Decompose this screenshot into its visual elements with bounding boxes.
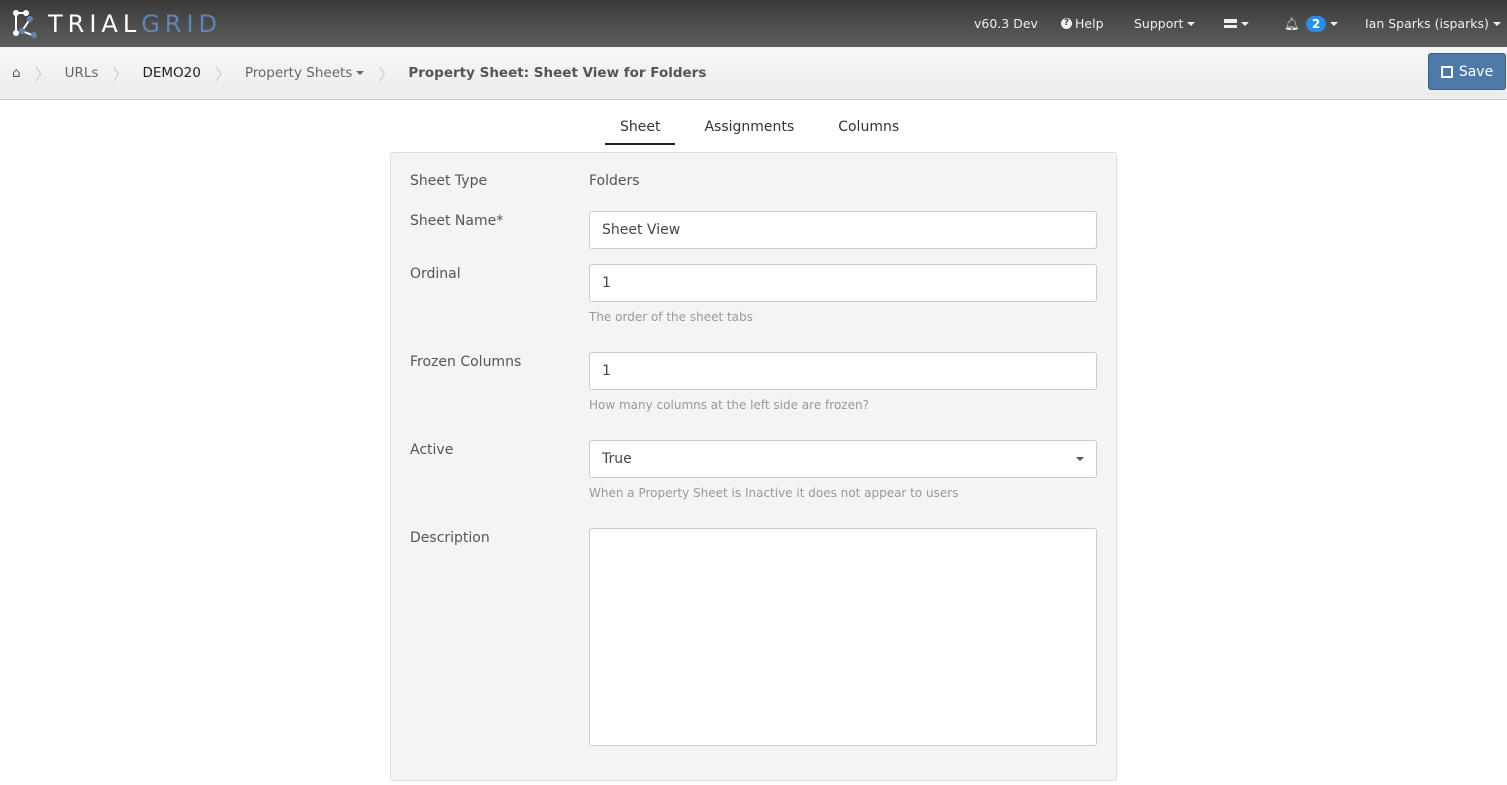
logo-icon <box>13 9 37 38</box>
breadcrumb-property-sheets[interactable]: Property Sheets <box>244 65 365 81</box>
question-icon: ? <box>1061 18 1072 29</box>
active-select-value: True <box>602 451 632 467</box>
breadcrumb-study[interactable]: DEMO20 <box>142 65 200 81</box>
top-navbar: TRIALGRID v60.3 Dev ? Help Support 🔔︎ 2 Ia… <box>0 0 1507 47</box>
ordinal-input[interactable]: 1 <box>589 264 1097 302</box>
notification-badge: 2 <box>1305 15 1327 32</box>
tab-sheet[interactable]: Sheet <box>605 110 676 145</box>
frozen-columns-label: Frozen Columns <box>410 354 522 370</box>
logo-text-trial: TRIAL <box>48 9 142 38</box>
frozen-columns-input[interactable]: 1 <box>589 352 1097 390</box>
apps-menu[interactable] <box>1224 0 1249 47</box>
version-label: v60.3 Dev <box>974 16 1038 31</box>
home-icon[interactable]: ⌂ <box>12 65 21 81</box>
breadcrumb: ⌂ 〉 URLs 〉 DEMO20 〉 Property Sheets 〉 Pr… <box>0 47 1507 100</box>
floppy-disk-icon <box>1440 65 1453 78</box>
support-menu[interactable]: Support <box>1134 0 1196 47</box>
tab-assignments[interactable]: Assignments <box>689 110 809 145</box>
active-help: When a Property Sheet is Inactive it doe… <box>589 486 959 500</box>
save-label: Save <box>1458 63 1494 80</box>
sheet-name-input[interactable]: Sheet View <box>589 211 1097 249</box>
caret-down-icon <box>1330 21 1339 26</box>
help-label: Help <box>1075 16 1104 31</box>
sheet-type-label: Sheet Type <box>410 173 488 189</box>
sheet-form-panel: Sheet Type Folders Sheet Name* Sheet Vie… <box>390 152 1117 781</box>
breadcrumb-urls[interactable]: URLs <box>65 65 99 81</box>
tab-columns[interactable]: Columns <box>823 110 914 145</box>
support-label: Support <box>1134 16 1184 31</box>
user-menu[interactable]: Ian Sparks (isparks) <box>1365 0 1501 47</box>
list-icon <box>1224 19 1237 28</box>
bell-icon: 🔔︎ <box>1284 15 1300 31</box>
frozen-columns-help: How many columns at the left side are fr… <box>589 398 869 412</box>
active-select[interactable]: True <box>589 440 1097 478</box>
breadcrumb-separator: 〉 <box>112 65 129 84</box>
logo[interactable]: TRIALGRID <box>10 9 222 39</box>
breadcrumb-property-sheets-label: Property Sheets <box>244 65 353 81</box>
sheet-name-label: Sheet Name* <box>410 213 504 229</box>
caret-down-icon <box>356 71 365 75</box>
active-label: Active <box>410 442 454 458</box>
help-link[interactable]: ? Help <box>1061 0 1104 47</box>
ordinal-help: The order of the sheet tabs <box>589 310 753 324</box>
ordinal-label: Ordinal <box>410 266 461 282</box>
tab-bar: Sheet Assignments Columns <box>605 110 914 145</box>
caret-down-icon <box>1187 21 1196 26</box>
caret-down-icon <box>1492 21 1501 26</box>
notifications-menu[interactable]: 🔔︎ 2 <box>1284 0 1339 47</box>
breadcrumb-current: Property Sheet: Sheet View for Folders <box>408 65 707 81</box>
breadcrumb-separator: 〉 <box>378 65 395 84</box>
user-name: Ian Sparks (isparks) <box>1365 16 1489 31</box>
description-label: Description <box>410 530 490 546</box>
caret-down-icon <box>1076 457 1084 461</box>
sheet-type-value: Folders <box>589 173 640 189</box>
description-textarea[interactable] <box>589 528 1097 746</box>
save-button[interactable]: Save <box>1428 53 1506 90</box>
breadcrumb-separator: 〉 <box>34 65 51 84</box>
logo-text-grid: GRID <box>141 9 223 38</box>
breadcrumb-separator: 〉 <box>214 65 231 84</box>
caret-down-icon <box>1241 21 1249 26</box>
